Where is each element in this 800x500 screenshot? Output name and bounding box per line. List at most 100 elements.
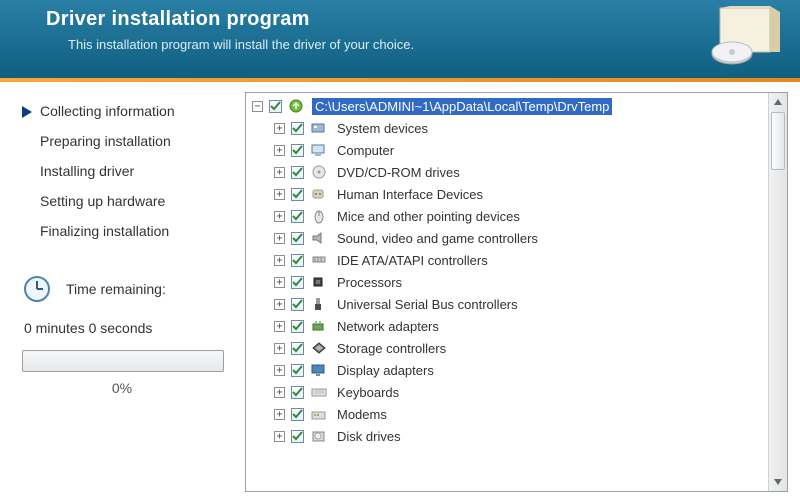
expand-icon[interactable]: + [274,145,285,156]
progress-bar [22,350,224,372]
cdrom-icon [310,164,328,180]
expand-icon[interactable]: + [274,211,285,222]
expand-icon[interactable]: + [274,365,285,376]
install-step: Collecting information [22,96,239,126]
progress-percent: 0% [22,380,222,396]
expand-icon[interactable]: + [274,233,285,244]
tree-checkbox[interactable] [291,276,304,289]
sound-icon [310,230,328,246]
tree-node-label[interactable]: System devices [334,120,431,137]
tree-node-label[interactable]: Computer [334,142,397,159]
expand-icon[interactable]: + [274,299,285,310]
scrollbar[interactable] [768,93,787,491]
time-remaining-value: 0 minutes 0 seconds [24,320,239,336]
computer-icon [310,142,328,158]
tree-node[interactable]: + Computer [246,139,768,161]
display-icon [310,362,328,378]
install-step: Installing driver [22,156,239,186]
driver-tree-panel: − C:\Users\ADMINI~1\AppData\Local\Temp\Dr… [245,92,788,492]
mouse-icon [310,208,328,224]
install-step-label: Installing driver [40,163,134,179]
time-remaining-label: Time remaining: [66,281,166,297]
system-icon [310,120,328,136]
tree-node[interactable]: + Human Interface Devices [246,183,768,205]
install-step-label: Setting up hardware [40,193,165,209]
tree-node-label[interactable]: Human Interface Devices [334,186,486,203]
tree-checkbox[interactable] [291,232,304,245]
tree-checkbox[interactable] [291,342,304,355]
usb-icon [310,296,328,312]
expand-icon[interactable]: + [274,321,285,332]
tree-node-label[interactable]: Keyboards [334,384,402,401]
tree-node-label[interactable]: Sound, video and game controllers [334,230,541,247]
expand-icon[interactable]: + [274,409,285,420]
tree-node[interactable]: + Keyboards [246,381,768,403]
page-subtitle: This installation program will install t… [68,37,780,52]
tree-node[interactable]: + Universal Serial Bus controllers [246,293,768,315]
tree-node[interactable]: + Storage controllers [246,337,768,359]
hid-icon [310,186,328,202]
scroll-up-button[interactable] [769,93,787,111]
page-title: Driver installation program [46,8,780,31]
tree-checkbox[interactable] [291,122,304,135]
expand-icon[interactable]: + [274,277,285,288]
tree-node-label[interactable]: DVD/CD-ROM drives [334,164,463,181]
tree-node-label[interactable]: IDE ATA/ATAPI controllers [334,252,491,269]
driver-tree[interactable]: − C:\Users\ADMINI~1\AppData\Local\Temp\Dr… [246,93,768,491]
tree-checkbox[interactable] [291,364,304,377]
tree-checkbox[interactable] [269,100,282,113]
tree-checkbox[interactable] [291,408,304,421]
tree-checkbox[interactable] [291,298,304,311]
tree-node[interactable]: + Modems [246,403,768,425]
tree-node[interactable]: + System devices [246,117,768,139]
header: Driver installation program This install… [0,0,800,78]
tree-node[interactable]: + Mice and other pointing devices [246,205,768,227]
tree-node[interactable]: + Sound, video and game controllers [246,227,768,249]
tree-node-label[interactable]: Display adapters [334,362,437,379]
scroll-thumb[interactable] [771,112,785,170]
scroll-track[interactable] [769,171,787,473]
tree-node[interactable]: + Display adapters [246,359,768,381]
tree-checkbox[interactable] [291,144,304,157]
expand-icon[interactable]: + [274,255,285,266]
tree-node[interactable]: + Processors [246,271,768,293]
tree-node-label[interactable]: Processors [334,274,405,291]
tree-checkbox[interactable] [291,166,304,179]
tree-node-label[interactable]: Disk drives [334,428,404,445]
expand-icon[interactable]: + [274,343,285,354]
cpu-icon [310,274,328,290]
expand-icon[interactable]: + [274,123,285,134]
tree-node[interactable]: + IDE ATA/ATAPI controllers [246,249,768,271]
tree-node-label[interactable]: Universal Serial Bus controllers [334,296,521,313]
tree-checkbox[interactable] [291,210,304,223]
collapse-icon[interactable]: − [252,101,263,112]
expand-icon[interactable]: + [274,387,285,398]
tree-node-label[interactable]: Storage controllers [334,340,449,357]
installer-box-icon [704,6,782,70]
sidebar: Collecting informationPreparing installa… [0,82,245,500]
tree-checkbox[interactable] [291,254,304,267]
tree-checkbox[interactable] [291,188,304,201]
expand-icon[interactable]: + [274,189,285,200]
time-remaining-row: Time remaining: [22,274,239,304]
ide-icon [310,252,328,268]
expand-icon[interactable]: + [274,431,285,442]
tree-checkbox[interactable] [291,430,304,443]
tree-root-node[interactable]: − C:\Users\ADMINI~1\AppData\Local\Temp\Dr… [246,95,768,117]
tree-node-label[interactable]: Network adapters [334,318,442,335]
tree-node[interactable]: + DVD/CD-ROM drives [246,161,768,183]
tree-checkbox[interactable] [291,320,304,333]
tree-node-label[interactable]: Modems [334,406,390,423]
disk-icon [310,428,328,444]
scroll-down-button[interactable] [769,473,787,491]
tree-node[interactable]: + Network adapters [246,315,768,337]
install-step: Setting up hardware [22,186,239,216]
tree-node-label[interactable]: Mice and other pointing devices [334,208,523,225]
clock-icon [22,274,52,304]
install-steps-list: Collecting informationPreparing installa… [22,96,239,246]
expand-icon[interactable]: + [274,167,285,178]
install-step-label: Collecting information [40,103,175,119]
tree-checkbox[interactable] [291,386,304,399]
tree-root-label[interactable]: C:\Users\ADMINI~1\AppData\Local\Temp\Drv… [312,98,612,115]
tree-node[interactable]: + Disk drives [246,425,768,447]
